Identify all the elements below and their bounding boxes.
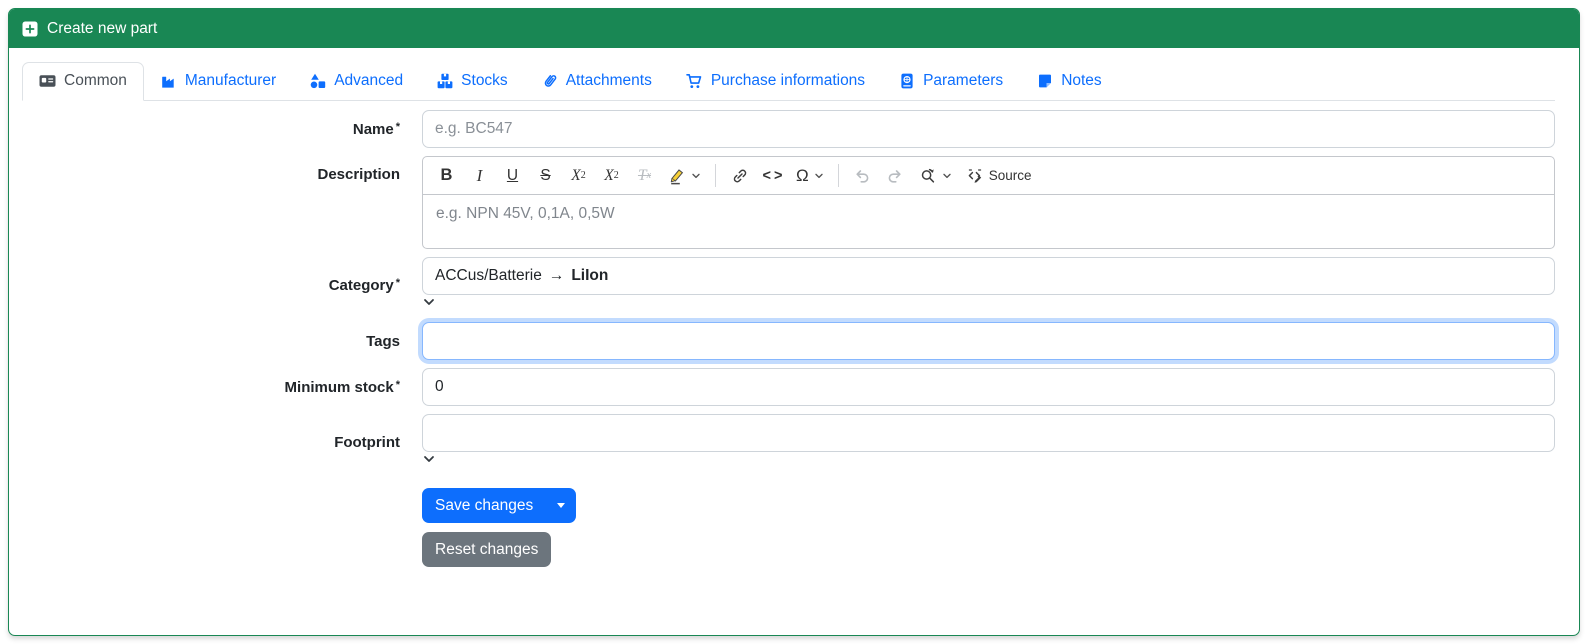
- chevron-down-icon: [424, 456, 434, 462]
- tab-stocks[interactable]: Stocks: [420, 62, 525, 101]
- required-marker: *: [395, 120, 400, 133]
- category-arrow: →: [548, 267, 565, 284]
- reset-button-row: Reset changes: [22, 532, 1555, 567]
- toolbar-separator: [715, 164, 716, 187]
- minimum-stock-input[interactable]: [422, 368, 1555, 406]
- save-button-row: Save changes: [22, 488, 1555, 523]
- editor-toolbar: B I U S X2 X2 Tx <> Ω Source: [423, 157, 1554, 195]
- category-selected: LiIon: [571, 267, 609, 284]
- source-editing-icon: [968, 168, 981, 183]
- card-header: Create new part: [9, 9, 1579, 48]
- footprint-select[interactable]: [422, 414, 1555, 452]
- shapes-icon: [310, 73, 326, 89]
- part-form: Name* Description B I U S X2: [22, 110, 1555, 567]
- find-replace-icon: [921, 168, 934, 183]
- redo-icon: [888, 169, 901, 183]
- sticky-note-icon: [1039, 74, 1052, 88]
- tab-manufacturer[interactable]: Manufacturer: [144, 62, 293, 101]
- chevron-down-icon: [692, 173, 700, 178]
- rich-text-editor: B I U S X2 X2 Tx <> Ω Source e.g. NPN 45…: [422, 156, 1555, 249]
- omega-glyph: Ω: [796, 165, 809, 185]
- tags-input[interactable]: [422, 322, 1555, 360]
- card-body: Common Manufacturer Advanced Stocks Atta…: [9, 48, 1579, 635]
- factory-icon: [162, 76, 174, 88]
- tab-purchase-informations[interactable]: Purchase informations: [669, 62, 882, 101]
- save-split-button: Save changes: [422, 488, 577, 523]
- superscript-button[interactable]: X2: [597, 161, 626, 190]
- undo-button[interactable]: [848, 161, 877, 190]
- tab-advanced[interactable]: Advanced: [293, 62, 420, 101]
- link-button[interactable]: [725, 161, 754, 190]
- tags-row: Tags: [22, 322, 1555, 360]
- find-replace-button[interactable]: [914, 161, 957, 190]
- reset-button[interactable]: Reset changes: [422, 532, 552, 567]
- bold-button[interactable]: B: [432, 161, 461, 190]
- minimum-stock-label: Minimum stock *: [284, 378, 400, 396]
- page-title: Create new part: [47, 19, 158, 37]
- paperclip-icon: [544, 74, 557, 87]
- highlight-button[interactable]: [663, 161, 706, 190]
- description-editable-area[interactable]: e.g. NPN 45V, 0,1A, 0,5W: [423, 195, 1554, 248]
- source-button[interactable]: Source: [961, 161, 1037, 190]
- name-row: Name *: [22, 110, 1555, 148]
- description-placeholder: e.g. NPN 45V, 0,1A, 0,5W: [436, 205, 615, 222]
- footprint-label: Footprint: [334, 434, 400, 451]
- tab-label: Parameters: [923, 72, 1004, 89]
- tab-label: Notes: [1061, 72, 1102, 89]
- category-label: Category *: [328, 277, 400, 294]
- subscript-button[interactable]: X2: [564, 161, 593, 190]
- tab-label: Common: [64, 72, 127, 89]
- save-dropdown-toggle[interactable]: [546, 488, 577, 523]
- id-card-icon: [39, 75, 56, 87]
- chevron-down-icon: [943, 173, 951, 178]
- highlight-pen-icon: [670, 168, 684, 184]
- minimum-stock-row: Minimum stock *: [22, 368, 1555, 406]
- name-label: Name *: [352, 120, 400, 138]
- tab-label: Manufacturer: [184, 72, 277, 89]
- save-button[interactable]: Save changes: [422, 488, 547, 523]
- tab-common[interactable]: Common: [22, 62, 144, 101]
- tab-label: Purchase informations: [710, 72, 866, 89]
- tags-label: Tags: [366, 332, 400, 350]
- name-input[interactable]: [422, 110, 1555, 148]
- caret-down-icon: [557, 503, 566, 508]
- link-icon: [733, 169, 746, 182]
- boxes-stacked-icon: [437, 73, 453, 89]
- create-part-card: Create new part Common Manufacturer Adva…: [8, 8, 1580, 636]
- tab-label: Attachments: [565, 72, 652, 89]
- tab-bar: Common Manufacturer Advanced Stocks Atta…: [22, 62, 1555, 101]
- italic-button[interactable]: I: [465, 161, 494, 190]
- strikethrough-button[interactable]: S: [531, 161, 560, 190]
- category-row: Category * ACCus/Batterie → LiIon: [22, 257, 1555, 314]
- tab-attachments[interactable]: Attachments: [525, 62, 669, 101]
- redo-button[interactable]: [881, 161, 910, 190]
- chevron-down-icon: [815, 173, 823, 178]
- required-marker: *: [395, 378, 400, 391]
- remove-format-button[interactable]: Tx: [630, 161, 659, 190]
- toolbar-separator: [837, 164, 839, 187]
- code-button[interactable]: <>: [758, 161, 787, 190]
- tab-label: Stocks: [461, 72, 508, 89]
- chevron-down-icon: [424, 299, 434, 305]
- book-atlas-icon: [901, 73, 913, 89]
- required-marker: *: [395, 277, 400, 289]
- footprint-row: Footprint: [22, 414, 1555, 471]
- tab-label: Advanced: [334, 72, 404, 89]
- underline-button[interactable]: U: [498, 161, 527, 190]
- description-row: Description B I U S X2 X2 Tx <> Ω Source…: [22, 156, 1555, 249]
- tab-parameters[interactable]: Parameters: [882, 62, 1020, 101]
- source-label: Source: [988, 168, 1032, 183]
- square-plus-icon: [22, 21, 38, 36]
- category-path: ACCus/Batterie: [435, 267, 542, 284]
- tab-notes[interactable]: Notes: [1020, 62, 1119, 101]
- undo-icon: [856, 169, 869, 183]
- special-characters-button[interactable]: Ω: [791, 161, 829, 190]
- shopping-cart-icon: [686, 74, 702, 88]
- category-select[interactable]: ACCus/Batterie → LiIon: [422, 257, 1555, 295]
- description-label: Description: [317, 166, 400, 183]
